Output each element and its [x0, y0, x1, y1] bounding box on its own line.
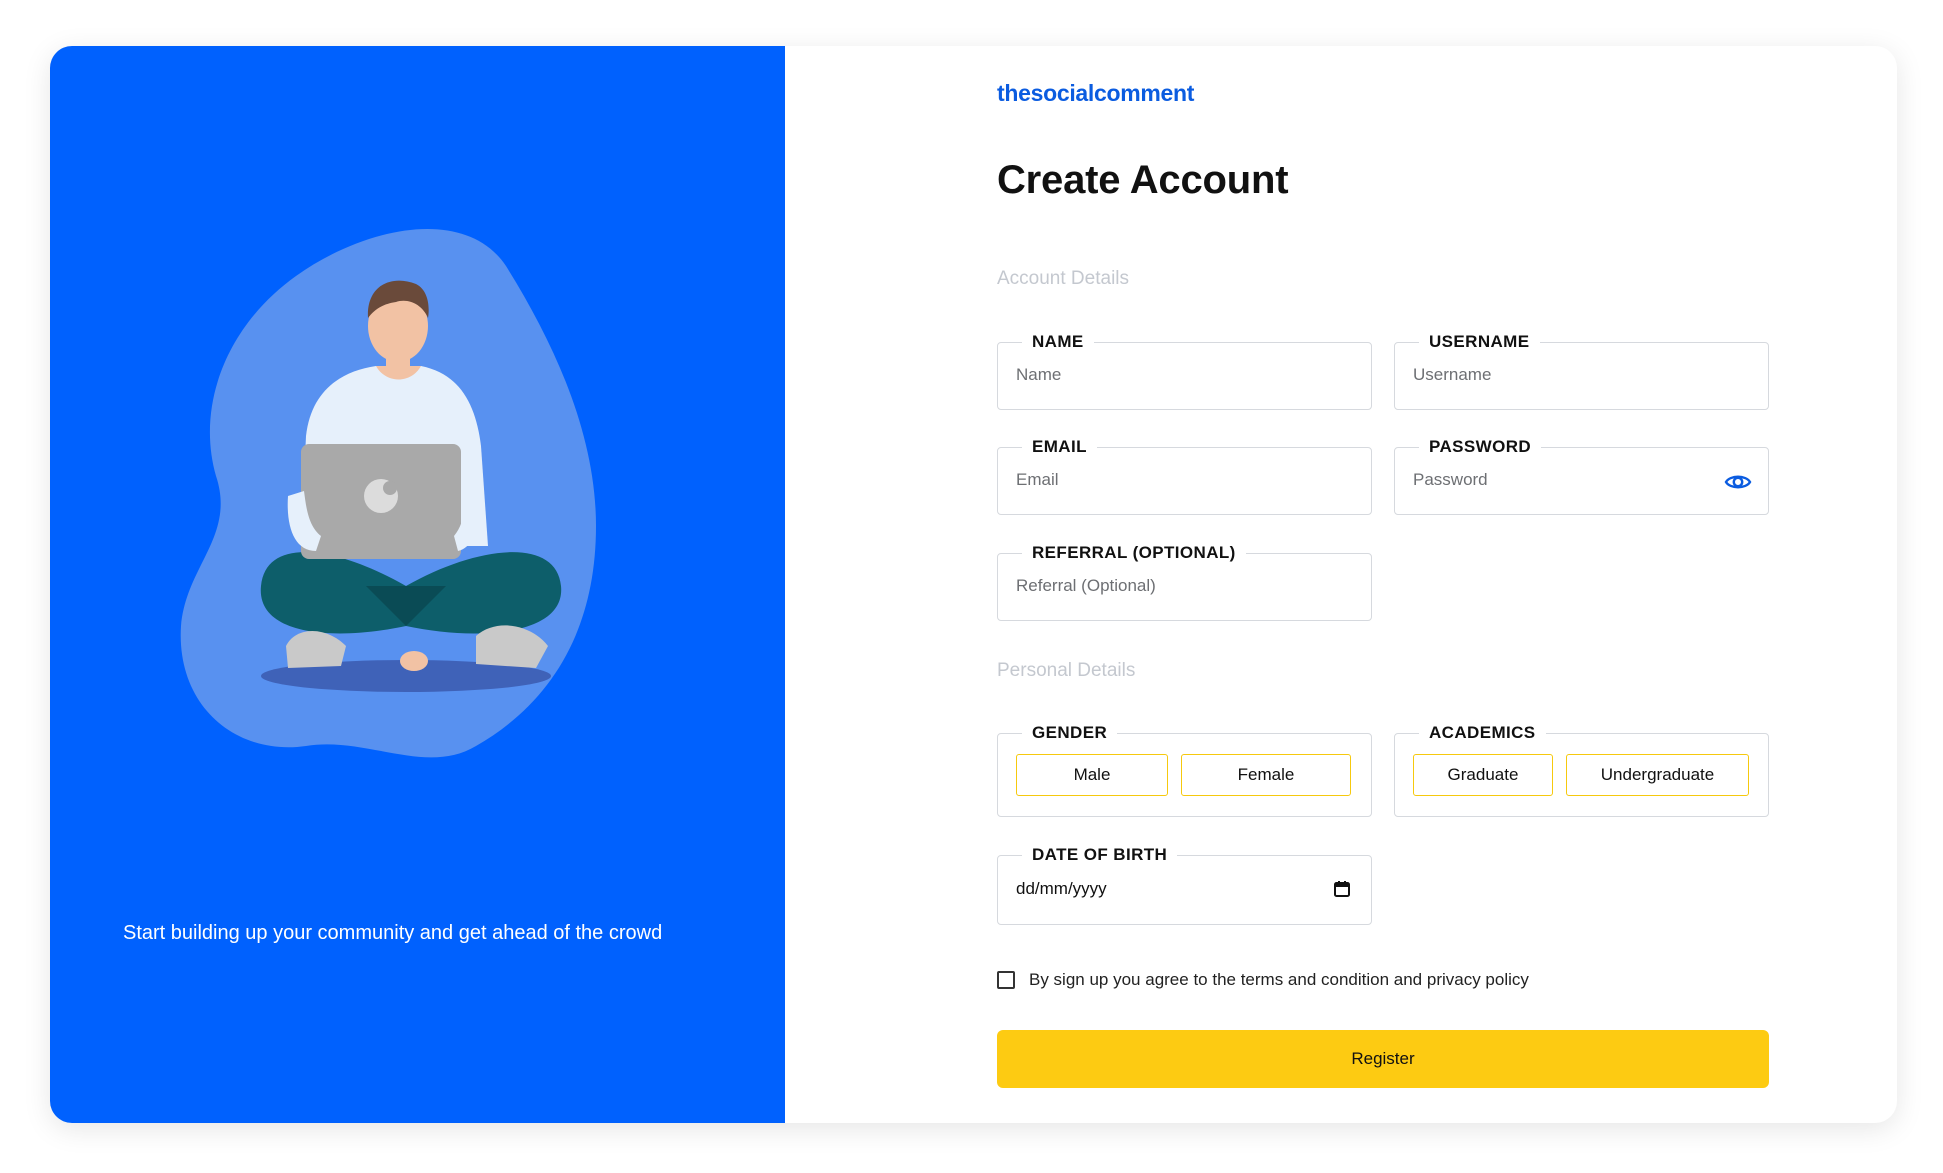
gender-field: GENDER Male Female: [997, 722, 1372, 817]
form-panel: thesocialcomment Create Account Account …: [785, 46, 1897, 1123]
password-label: PASSWORD: [1419, 436, 1542, 458]
register-button[interactable]: Register: [997, 1030, 1769, 1088]
gender-options: Male Female: [1016, 754, 1351, 796]
email-input[interactable]: [1016, 470, 1316, 490]
gender-label: GENDER: [1022, 722, 1118, 744]
academics-options: Graduate Undergraduate: [1413, 754, 1749, 796]
name-label: NAME: [1022, 331, 1094, 353]
gender-option-male[interactable]: Male: [1016, 754, 1168, 796]
username-input[interactable]: [1413, 365, 1713, 385]
terms-checkbox[interactable]: [997, 971, 1015, 989]
hero-panel: Start building up your community and get…: [50, 46, 785, 1123]
dob-field[interactable]: DATE OF BIRTH dd/mm/yyyy: [997, 844, 1372, 925]
dob-input[interactable]: dd/mm/yyyy: [1016, 879, 1107, 899]
academics-field: ACADEMICS Graduate Undergraduate: [1394, 722, 1769, 817]
name-field: NAME: [997, 331, 1372, 410]
gender-option-female[interactable]: Female: [1181, 754, 1351, 796]
password-field: PASSWORD: [1394, 436, 1769, 515]
username-field: USERNAME: [1394, 331, 1769, 410]
signup-card: Start building up your community and get…: [50, 46, 1897, 1123]
username-label: USERNAME: [1419, 331, 1540, 353]
referral-field: REFERRAL (OPTIONAL): [997, 542, 1372, 621]
referral-input[interactable]: [1016, 576, 1316, 596]
calendar-icon[interactable]: [1333, 880, 1351, 898]
email-label: EMAIL: [1022, 436, 1097, 458]
referral-label: REFERRAL (OPTIONAL): [1022, 542, 1246, 564]
academics-label: ACADEMICS: [1419, 722, 1546, 744]
account-details-heading: Account Details: [997, 268, 1130, 289]
personal-details-heading: Personal Details: [997, 660, 1136, 681]
name-input[interactable]: [1016, 365, 1316, 385]
academics-option-graduate[interactable]: Graduate: [1413, 754, 1553, 796]
academics-option-undergraduate[interactable]: Undergraduate: [1566, 754, 1749, 796]
terms-text: By sign up you agree to the terms and co…: [1029, 970, 1529, 989]
email-field: EMAIL: [997, 436, 1372, 515]
eye-icon[interactable]: [1724, 468, 1752, 496]
page-title: Create Account: [997, 158, 1289, 202]
hero-tagline: Start building up your community and get…: [123, 922, 663, 944]
terms-agreement: By sign up you agree to the terms and co…: [997, 970, 1529, 990]
password-input[interactable]: [1413, 470, 1713, 490]
brand-logo[interactable]: thesocialcomment: [997, 80, 1194, 107]
person-with-laptop-illustration: [180, 228, 597, 758]
dob-label: DATE OF BIRTH: [1022, 844, 1178, 866]
